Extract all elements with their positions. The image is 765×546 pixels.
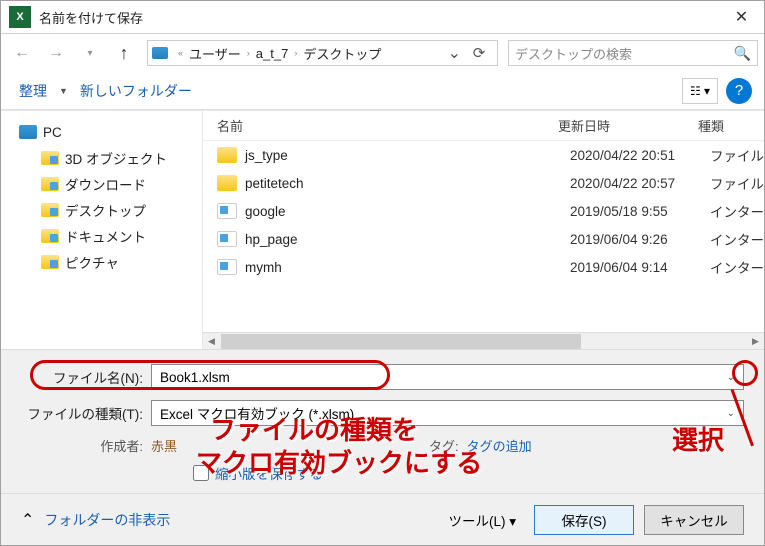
thumbnail-checkbox[interactable] xyxy=(193,465,209,481)
search-input[interactable]: デスクトップの検索 🔍 xyxy=(508,40,758,66)
item-date: 2020/04/22 20:57 xyxy=(570,176,710,191)
hide-folders[interactable]: フォルダーの非表示 xyxy=(44,510,170,530)
crumb-sep: › xyxy=(290,48,301,58)
file-icon xyxy=(217,259,237,275)
hide-up-icon: ⌃ xyxy=(21,510,34,530)
filename-value: Book1.xlsm xyxy=(160,370,230,385)
search-icon: 🔍 xyxy=(734,45,751,62)
item-date: 2020/04/22 20:51 xyxy=(570,148,710,163)
filename-input[interactable]: Book1.xlsm ⌄ xyxy=(151,364,744,390)
filetype-select[interactable]: Excel マクロ有効ブック (*.xlsm) ⌄ xyxy=(151,400,744,426)
filetype-label: ファイルの種類(T): xyxy=(21,403,151,423)
item-type: インター xyxy=(710,257,764,277)
item-date: 2019/06/04 9:14 xyxy=(570,260,710,275)
new-folder[interactable]: 新しいフォルダー xyxy=(74,77,198,105)
tree-pc[interactable]: PC xyxy=(1,119,202,145)
list-item[interactable]: google 2019/05/18 9:55 インター xyxy=(203,197,764,225)
cancel-button[interactable]: キャンセル xyxy=(644,505,744,535)
file-icon xyxy=(217,231,237,247)
item-name: google xyxy=(245,204,570,219)
item-type: ファイル xyxy=(710,173,764,193)
view-options[interactable]: ☷ ▾ xyxy=(682,78,718,104)
file-icon xyxy=(217,203,237,219)
crumb-users[interactable]: ユーザー xyxy=(187,42,243,65)
folder-icon xyxy=(217,147,237,163)
nav-tree: PC 3D オブジェクト ダウンロード デスクトップ ドキュメント ピクチャ xyxy=(1,111,203,349)
item-name: petitetech xyxy=(245,176,570,191)
filetype-value: Excel マクロ有効ブック (*.xlsm) xyxy=(160,403,354,423)
tree-3d[interactable]: 3D オブジェクト xyxy=(1,145,202,171)
item-date: 2019/05/18 9:55 xyxy=(570,204,710,219)
tree-desktop[interactable]: デスクトップ xyxy=(1,197,202,223)
item-type: インター xyxy=(710,229,764,249)
tree-downloads[interactable]: ダウンロード xyxy=(1,171,202,197)
pc-icon xyxy=(152,47,168,59)
filetype-dd[interactable]: ⌄ xyxy=(727,408,735,419)
nav-up[interactable]: ↑ xyxy=(109,39,139,67)
dialog-title: 名前を付けて保存 xyxy=(39,8,719,27)
refresh-button[interactable]: ⟳ xyxy=(465,44,493,62)
list-item[interactable]: petitetech 2020/04/22 20:57 ファイル xyxy=(203,169,764,197)
crumb-sep: « xyxy=(174,48,187,58)
col-type[interactable]: 種類 xyxy=(698,116,764,135)
item-type: ファイル xyxy=(710,145,764,165)
author-label: 作成者: xyxy=(21,436,151,455)
crumb-desktop[interactable]: デスクトップ xyxy=(301,42,383,65)
nav-back[interactable]: ← xyxy=(7,39,37,67)
horizontal-scrollbar[interactable]: ◀▶ xyxy=(203,332,764,349)
author-value: 赤黒 xyxy=(151,436,177,455)
nav-recent[interactable]: ▾ xyxy=(75,39,105,67)
save-button[interactable]: 保存(S) xyxy=(534,505,634,535)
list-item[interactable]: hp_page 2019/06/04 9:26 インター xyxy=(203,225,764,253)
filename-dd[interactable]: ⌄ xyxy=(727,372,735,383)
tools-menu[interactable]: ツール(L) ▾ xyxy=(440,506,524,534)
address-dropdown[interactable]: ⌄ xyxy=(444,43,465,63)
tag-label: タグ: xyxy=(429,436,467,455)
help-button[interactable]: ? xyxy=(726,78,752,104)
item-name: js_type xyxy=(245,148,570,163)
address-bar[interactable]: « ユーザー › a_t_7 › デスクトップ ⌄ ⟳ xyxy=(147,40,498,66)
search-placeholder: デスクトップの検索 xyxy=(515,44,632,63)
col-name[interactable]: 名前 xyxy=(203,116,558,135)
tag-add[interactable]: タグの追加 xyxy=(467,436,532,455)
nav-forward[interactable]: → xyxy=(41,39,71,67)
thumbnail-label: 縮小版を保存する xyxy=(215,463,323,483)
tree-pictures[interactable]: ピクチャ xyxy=(1,249,202,275)
item-name: mymh xyxy=(245,260,570,275)
excel-icon: X xyxy=(9,6,31,28)
crumb-sep: › xyxy=(243,48,254,58)
crumb-user[interactable]: a_t_7 xyxy=(254,44,291,63)
item-date: 2019/06/04 9:26 xyxy=(570,232,710,247)
item-type: インター xyxy=(710,201,764,221)
col-date[interactable]: 更新日時 xyxy=(558,116,698,135)
filename-label: ファイル名(N): xyxy=(21,367,151,387)
folder-icon xyxy=(217,175,237,191)
tree-documents[interactable]: ドキュメント xyxy=(1,223,202,249)
organize-menu[interactable]: 整理 xyxy=(13,77,53,105)
organize-dd[interactable]: ▼ xyxy=(53,86,74,96)
list-item[interactable]: js_type 2020/04/22 20:51 ファイル xyxy=(203,141,764,169)
close-button[interactable]: ✕ xyxy=(719,1,764,34)
list-item[interactable]: mymh 2019/06/04 9:14 インター xyxy=(203,253,764,281)
item-name: hp_page xyxy=(245,232,570,247)
